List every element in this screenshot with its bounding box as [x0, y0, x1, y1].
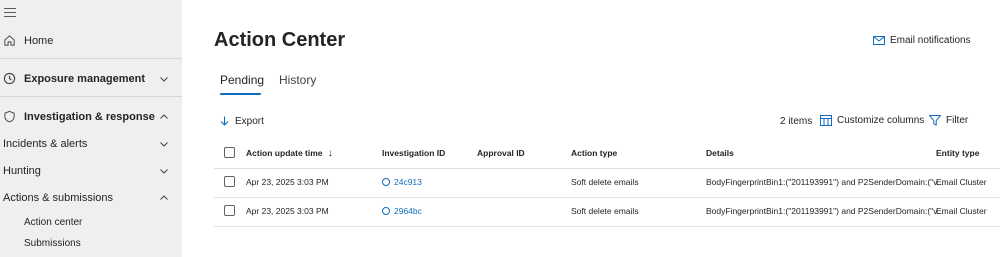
tab-pending[interactable]: Pending: [220, 73, 264, 87]
pending-status-icon: [382, 207, 390, 215]
customize-columns-button[interactable]: Customize columns: [820, 115, 924, 126]
sidebar-item-label: Actions & submissions: [3, 192, 114, 204]
column-header-entity-type[interactable]: Entity type: [936, 148, 979, 158]
column-header-details[interactable]: Details: [706, 148, 734, 158]
tab-history[interactable]: History: [279, 73, 316, 87]
select-all-checkbox[interactable]: [224, 147, 235, 158]
investigation-id-link[interactable]: 24c913: [382, 177, 422, 187]
table-divider: [214, 168, 1000, 169]
column-header-action-update-time[interactable]: Action update time ↓: [246, 148, 333, 159]
clock-icon: [3, 72, 16, 85]
cell-action-type: Soft delete emails: [571, 177, 639, 187]
sidebar-item-label: Hunting: [3, 165, 41, 177]
chevron-down-icon[interactable]: [159, 139, 169, 149]
cell-entity-type: Email Cluster: [936, 206, 987, 216]
cell-details: BodyFingerprintBin1:("201193991") and P2…: [706, 206, 944, 216]
download-icon: [220, 116, 229, 126]
sidebar-item-incidents-alerts[interactable]: Incidents & alerts: [0, 132, 182, 156]
cell-action-update-time: Apr 23, 2025 3:03 PM: [246, 177, 329, 187]
investigation-id-link[interactable]: 2964bc: [382, 206, 422, 216]
table-divider: [214, 226, 1000, 227]
sidebar: Home Exposure management Investigation &…: [0, 0, 182, 257]
row-checkbox[interactable]: [224, 176, 235, 187]
filter-button[interactable]: Filter: [929, 115, 968, 126]
sidebar-subitem-action-center[interactable]: Action center: [24, 217, 82, 228]
export-label: Export: [235, 116, 264, 127]
cell-action-update-time: Apr 23, 2025 3:03 PM: [246, 206, 329, 216]
items-count: 2 items: [780, 116, 813, 127]
investigation-id-text: 24c913: [394, 177, 422, 187]
investigation-id-text: 2964bc: [394, 206, 422, 216]
column-header-approval-id[interactable]: Approval ID: [477, 148, 525, 158]
sidebar-item-label: Exposure management: [24, 73, 146, 85]
chevron-down-icon[interactable]: [159, 166, 169, 176]
column-header-action-type[interactable]: Action type: [571, 148, 617, 158]
active-tab-indicator: [220, 93, 261, 95]
page-title: Action Center: [214, 29, 346, 51]
sort-descending-icon: ↓: [327, 148, 333, 159]
column-header-label: Action update time: [246, 148, 323, 158]
customize-columns-label: Customize columns: [837, 115, 925, 126]
email-notifications-label: Email notifications: [890, 35, 971, 46]
filter-label: Filter: [946, 115, 969, 126]
home-icon: [4, 35, 15, 46]
cell-action-type: Soft delete emails: [571, 206, 639, 216]
table-divider: [214, 197, 1000, 198]
columns-icon: [820, 115, 832, 126]
chevron-up-icon[interactable]: [159, 112, 169, 122]
sidebar-item-label: Incidents & alerts: [3, 138, 88, 150]
cell-details: BodyFingerprintBin1:("201193991") and P2…: [706, 177, 944, 187]
sidebar-item-actions-submissions[interactable]: Actions & submissions: [0, 186, 182, 210]
sidebar-item-investigation-response[interactable]: Investigation & response: [0, 105, 182, 129]
column-header-investigation-id[interactable]: Investigation ID: [382, 148, 445, 158]
cell-entity-type: Email Cluster: [936, 177, 987, 187]
sidebar-item-hunting[interactable]: Hunting: [0, 159, 182, 183]
mail-icon: [873, 36, 885, 45]
sidebar-item-home[interactable]: Home: [0, 29, 182, 53]
shield-icon: [4, 110, 15, 123]
chevron-up-icon[interactable]: [159, 193, 169, 203]
chevron-down-icon[interactable]: [159, 74, 169, 84]
sidebar-item-exposure-management[interactable]: Exposure management: [0, 67, 182, 91]
export-button[interactable]: Export: [220, 116, 264, 127]
pending-status-icon: [382, 178, 390, 186]
sidebar-item-label: Home: [24, 35, 54, 47]
row-checkbox[interactable]: [224, 205, 235, 216]
sidebar-divider: [0, 58, 182, 59]
filter-icon: [929, 115, 941, 126]
sidebar-item-label: Investigation & response: [24, 111, 155, 123]
email-notifications-button[interactable]: Email notifications: [873, 35, 971, 46]
sidebar-subitem-submissions[interactable]: Submissions: [24, 238, 81, 249]
sidebar-divider: [0, 96, 182, 97]
hamburger-menu-icon[interactable]: [4, 8, 16, 18]
